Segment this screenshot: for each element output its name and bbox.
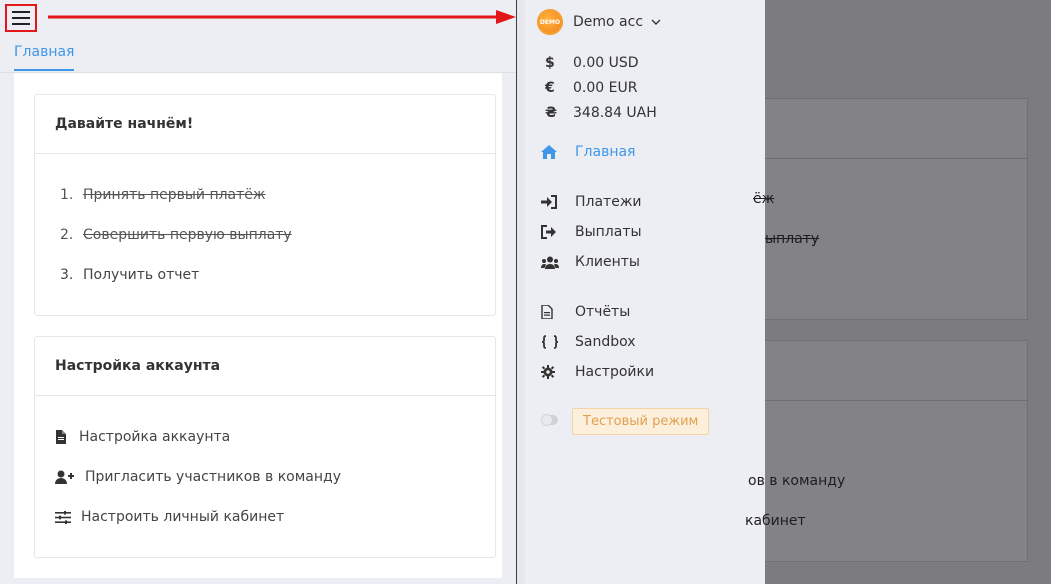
chevron-down-icon (651, 19, 661, 25)
file-icon (55, 430, 79, 444)
annotation-arrow-icon (48, 10, 516, 24)
main-panel: Главная Давайте начнём! 1. Принять первый… (0, 0, 517, 584)
side-drawer: DEMO Demo acc $ 0.00 USD € 0.00 EUR ₴ 34… (525, 0, 765, 584)
nav-home[interactable]: Главная (541, 144, 635, 160)
getting-started-title: Давайте начнём! (35, 95, 495, 154)
nav-payouts[interactable]: Выплаты (541, 224, 642, 240)
hryvnia-icon: ₴ (545, 105, 558, 121)
sliders-icon (55, 510, 81, 524)
step-first-payment[interactable]: 1. Принять первый платёж (60, 187, 266, 203)
setup-item-cabinet[interactable]: Настроить личный кабинет (55, 509, 284, 525)
test-mode-toggle[interactable] (542, 415, 558, 425)
sign-in-icon (541, 195, 575, 209)
balance-uah: ₴ 348.84 UAH (545, 105, 657, 121)
overlay-card-getting-started: ёж ыплату (753, 98, 1028, 320)
account-setup-title: Настройка аккаунта (35, 337, 495, 396)
step-get-report[interactable]: 3. Получить отчет (60, 267, 199, 283)
nav-reports[interactable]: Отчёты (541, 304, 630, 320)
document-icon (541, 305, 575, 319)
getting-started-card: Давайте начнём! 1. Принять первый платёж … (34, 94, 496, 316)
dollar-icon: $ (545, 55, 555, 71)
users-icon (541, 256, 575, 269)
balance-usd: $ 0.00 USD (545, 55, 639, 71)
user-plus-icon (55, 470, 85, 484)
account-setup-card: Настройка аккаунта Настройка аккаунта Пр… (34, 336, 496, 558)
setup-item-invite[interactable]: Пригласить участников в команду (55, 469, 341, 485)
setup-item-account[interactable]: Настройка аккаунта (55, 429, 230, 445)
drawer-edge (517, 0, 525, 584)
nav-clients[interactable]: Клиенты (541, 254, 640, 270)
test-mode-badge: Тестовый режим (572, 408, 710, 435)
main-content: Давайте начнём! 1. Принять первый платёж … (14, 73, 502, 578)
gear-icon (541, 365, 575, 379)
menu-icon (12, 11, 30, 25)
sign-out-icon (541, 225, 575, 239)
demo-badge-icon: DEMO (537, 9, 563, 35)
hamburger-menu-button[interactable] (5, 4, 37, 32)
account-switcher[interactable]: DEMO Demo acc (537, 9, 661, 35)
nav-payments[interactable]: Платежи (541, 194, 642, 210)
account-name: Demo acc (573, 14, 644, 30)
balance-eur: € 0.00 EUR (545, 80, 638, 96)
tab-home[interactable]: Главная (14, 44, 75, 71)
code-braces-icon (541, 335, 575, 349)
euro-icon: € (545, 80, 555, 96)
nav-sandbox[interactable]: Sandbox (541, 334, 636, 350)
nav-settings[interactable]: Настройки (541, 364, 654, 380)
step-first-payout[interactable]: 2. Совершить первую выплату (60, 227, 292, 243)
overlay-card-account-setup: ов в команду кабинет (745, 340, 1028, 562)
home-icon (541, 145, 575, 159)
